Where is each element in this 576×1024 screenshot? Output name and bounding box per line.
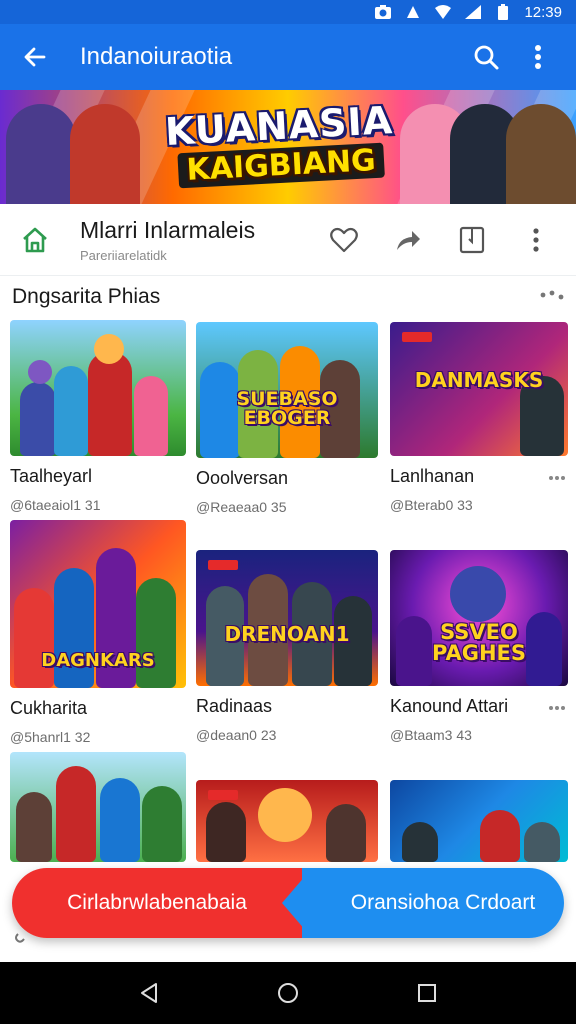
video-card[interactable]: DRENOAN1 Radinaas @deaan0 23 <box>196 550 378 743</box>
overflow-menu-icon[interactable] <box>518 37 558 77</box>
video-card[interactable]: SSVEO PAGHES Kanound Attari @Btaam3 43 <box>390 550 568 743</box>
video-card[interactable]: DAGNKARS Cukharita @5hanrl1 32 <box>10 520 186 745</box>
status-time: 12:39 <box>524 3 562 21</box>
hero-banner[interactable]: KUANASIA KAIGBIANG <box>0 90 576 204</box>
video-thumbnail[interactable] <box>10 752 186 862</box>
section-more-icon[interactable] <box>540 288 564 306</box>
more-vert-icon[interactable] <box>514 218 558 262</box>
nav-back-icon[interactable] <box>127 971 171 1015</box>
bookmark-icon[interactable] <box>450 218 494 262</box>
card-title: Lanlhanan <box>390 466 475 486</box>
thumbnail-art-text: DAGNKARS <box>41 650 155 671</box>
app-bar: Indanoiuraotia <box>0 24 576 90</box>
status-bar: 12:39 <box>0 0 576 24</box>
card-title: Kanound Attari <box>390 696 509 716</box>
video-card[interactable]: SUEBASO EBOGER Ooolversan @Reaeaa0 35 <box>196 322 378 515</box>
video-thumbnail[interactable] <box>390 780 568 862</box>
section-title: Dngsarita Phias <box>12 285 161 308</box>
system-nav-bar <box>0 962 576 1024</box>
notification-icon <box>404 4 422 20</box>
card-title: Taalheyarl <box>10 466 93 486</box>
battery-icon <box>494 4 512 20</box>
nav-recents-icon[interactable] <box>405 971 449 1015</box>
search-icon[interactable] <box>466 37 506 77</box>
thumbnail-art-text: SSVEO PAGHES <box>432 620 526 665</box>
header-title: Mlarri Inlarmaleis <box>80 216 256 243</box>
thumbnail-art-text: DRENOAN1 <box>224 622 350 646</box>
video-thumbnail[interactable]: DAGNKARS <box>10 520 186 688</box>
nav-home-icon[interactable] <box>266 971 310 1015</box>
video-thumbnail[interactable]: DRENOAN1 <box>196 550 378 686</box>
video-thumbnail[interactable] <box>10 320 186 456</box>
thumbnail-art-text: DANMASKS <box>414 368 544 392</box>
action-bar: Cirlabrwlabenabaia Oransiohoa Crdoart <box>12 868 564 938</box>
camera-icon <box>374 4 392 20</box>
banner-character <box>506 104 576 204</box>
card-subtitle: @deaan0 23 <box>196 727 277 743</box>
secondary-action-button[interactable]: Oransiohoa Crdoart <box>302 868 564 938</box>
app-bar-title: Indanoiuraotia <box>80 43 233 70</box>
banner-character <box>6 104 76 204</box>
card-title: Ooolversan <box>196 468 289 488</box>
content-header: Mlarri Inlarmaleis Pareriiarelatidk <box>0 204 576 276</box>
signal-icon <box>464 4 482 20</box>
wifi-icon <box>434 4 452 20</box>
video-thumbnail[interactable]: SUEBASO EBOGER <box>196 322 378 458</box>
video-thumbnail[interactable] <box>196 780 378 862</box>
video-card[interactable] <box>390 780 568 862</box>
card-subtitle: @Reaeaa0 35 <box>196 499 287 515</box>
card-more-icon[interactable] <box>546 472 568 484</box>
card-subtitle: @5hanrl1 32 <box>10 729 91 745</box>
video-thumbnail[interactable]: DANMASKS <box>390 322 568 456</box>
section-header: Dngsarita Phias <box>12 282 564 312</box>
header-subtitle: Pareriiarelatidk <box>80 247 167 263</box>
video-card[interactable] <box>196 780 378 862</box>
card-title: Radinaas <box>196 696 273 716</box>
card-subtitle: @Btaam3 43 <box>390 727 472 743</box>
home-icon[interactable] <box>18 223 52 257</box>
thumbnail-art-text: SUEBASO EBOGER <box>236 388 338 429</box>
back-arrow-icon[interactable] <box>18 40 52 74</box>
card-subtitle: @6taeaiol1 31 <box>10 497 101 513</box>
primary-action-button[interactable]: Cirlabrwlabenabaia <box>12 868 302 938</box>
card-subtitle: @Bterab0 33 <box>390 497 473 513</box>
banner-logo: KUANASIA KAIGBIANG <box>164 98 395 189</box>
heart-icon[interactable] <box>322 218 366 262</box>
peek-row <box>0 933 576 964</box>
card-title: Cukharita <box>10 698 88 718</box>
video-thumbnail[interactable]: SSVEO PAGHES <box>390 550 568 686</box>
banner-character <box>70 104 140 204</box>
video-card[interactable]: Taalheyarl @6taeaiol1 31 <box>10 320 186 513</box>
share-icon[interactable] <box>386 218 430 262</box>
video-card[interactable]: DANMASKS Lanlhanan @Bterab0 33 <box>390 322 568 513</box>
card-more-icon[interactable] <box>546 702 568 714</box>
video-card[interactable] <box>10 752 186 862</box>
